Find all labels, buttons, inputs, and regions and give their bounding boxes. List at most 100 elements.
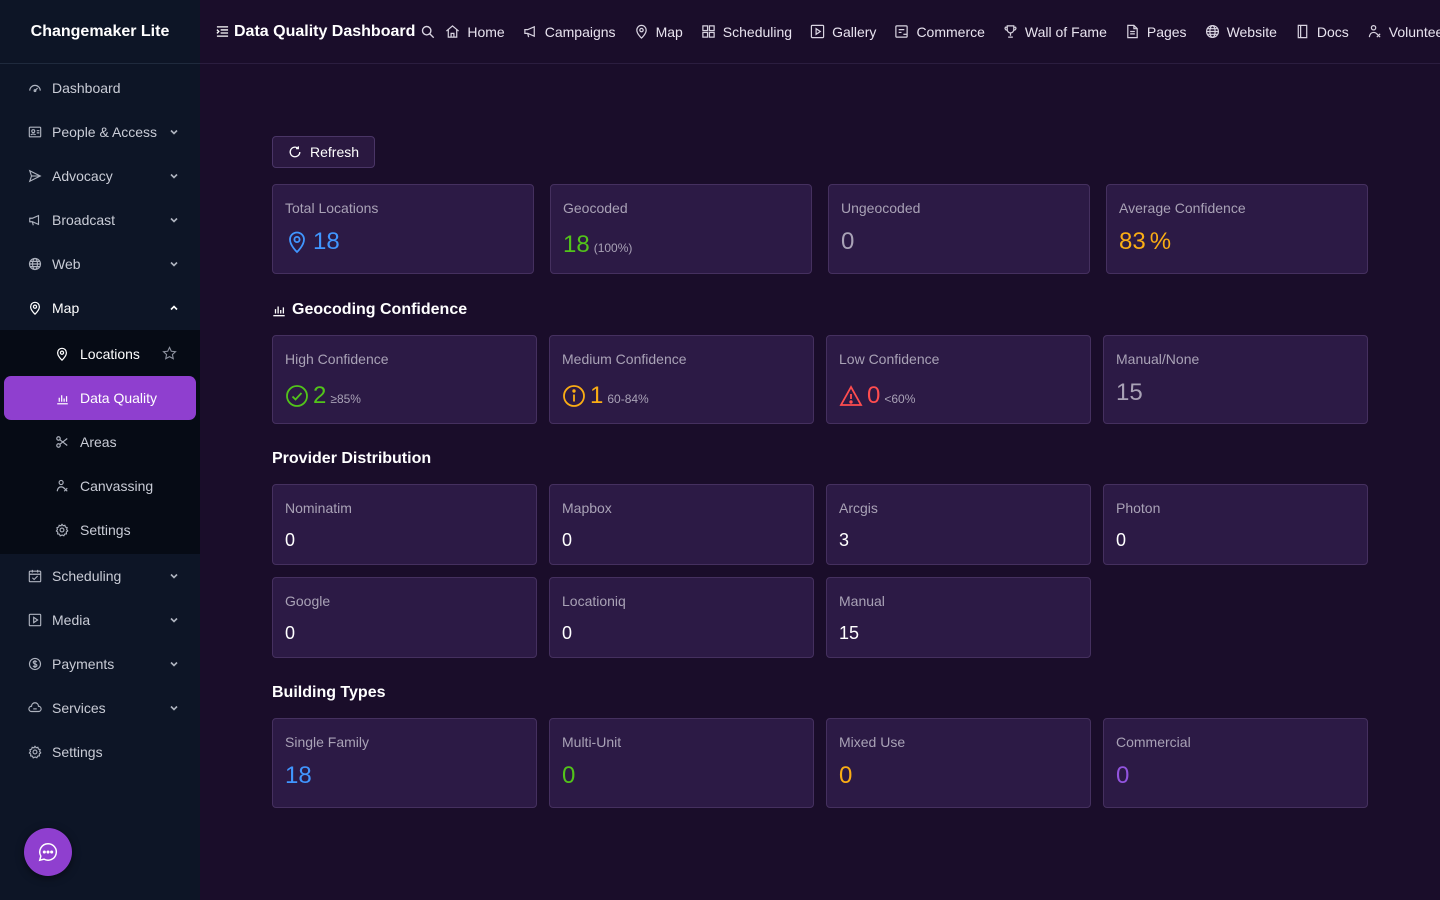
top-link-home[interactable]: Home [445, 24, 505, 40]
chat-icon [37, 841, 59, 863]
provider-card-arcgis: Arcgis 3 [826, 484, 1091, 565]
average-confidence-card: Average Confidence 83 % [1106, 184, 1368, 274]
chevron-down-icon [168, 614, 180, 626]
sidebar-item-scheduling[interactable]: Scheduling [0, 554, 200, 598]
mixed-use-value: 0 [839, 762, 853, 789]
top-link-pages[interactable]: Pages [1125, 24, 1187, 40]
megaphone-icon [26, 211, 44, 229]
chat-button[interactable] [24, 828, 72, 876]
sidebar-item-map-settings[interactable]: Settings [4, 508, 196, 552]
book-icon [1295, 24, 1310, 39]
confidence-row: High Confidence 2 ≥85% Medium Confidence… [272, 335, 1368, 424]
megaphone-icon [523, 24, 538, 39]
top-link-map[interactable]: Map [634, 24, 683, 40]
top-link-docs[interactable]: Docs [1295, 24, 1349, 40]
walker-icon [54, 478, 70, 494]
bar-chart-icon [54, 390, 70, 406]
top-nav: Home Campaigns Map Scheduling Gallery Co… [445, 24, 1440, 40]
sidebar-item-media[interactable]: Media [0, 598, 200, 642]
gear-icon [54, 522, 70, 538]
search-icon[interactable] [421, 25, 435, 39]
provider-grid: Nominatim 0 Mapbox 0 Arcgis 3 Photon 0 G… [272, 484, 1368, 658]
top-link-campaigns[interactable]: Campaigns [523, 24, 616, 40]
low-confidence-value: 0 [867, 382, 881, 409]
sidebar-item-services[interactable]: Services [0, 686, 200, 730]
geocoded-card: Geocoded 18 (100%) [550, 184, 812, 274]
home-icon [445, 24, 460, 39]
total-locations-value: 18 [313, 228, 340, 255]
people-icon [26, 123, 44, 141]
cloud-icon [26, 699, 44, 717]
info-circle-icon [562, 384, 586, 408]
sidebar-item-map[interactable]: Map [0, 286, 200, 330]
chevron-down-icon [168, 214, 180, 226]
grid-icon [701, 24, 716, 39]
section-building-types: Building Types [272, 684, 386, 701]
multi-unit-card: Multi-Unit 0 [549, 718, 814, 808]
section-provider-distribution: Provider Distribution [272, 450, 432, 467]
file-icon [1125, 24, 1140, 39]
refresh-button[interactable]: Refresh [272, 136, 376, 168]
geocoded-value: 18 [563, 231, 590, 258]
sidebar-item-data-quality[interactable]: Data Quality [4, 376, 196, 420]
low-confidence-card: Low Confidence 0 <60% [826, 335, 1091, 424]
calendar-icon [26, 567, 44, 585]
sidebar-item-locations[interactable]: Locations [4, 332, 196, 376]
manual-none-card: Manual/None 15 [1103, 335, 1368, 424]
top-bar: Data Quality Dashboard Home Campaigns Ma… [200, 0, 1440, 64]
top-link-wall-of-fame[interactable]: Wall of Fame [1003, 24, 1107, 40]
chevron-down-icon [168, 258, 180, 270]
dollar-circle-icon [26, 655, 44, 673]
top-link-gallery[interactable]: Gallery [810, 24, 876, 40]
sidebar-item-canvassing[interactable]: Canvassing [4, 464, 196, 508]
single-family-card: Single Family 18 [272, 718, 537, 808]
top-link-commerce[interactable]: Commerce [894, 24, 985, 40]
main-content: Refresh Total Locations 18 Geocoded 18 (… [272, 136, 1368, 808]
warning-icon [839, 384, 863, 408]
ungeocoded-card: Ungeocoded 0 [828, 184, 1090, 274]
check-circle-icon [285, 384, 309, 408]
medium-confidence-value: 1 [590, 382, 604, 409]
ungeocoded-value: 0 [841, 228, 855, 255]
chevron-down-icon [168, 570, 180, 582]
provider-card-locationiq: Locationiq 0 [549, 577, 814, 658]
chevron-down-icon [168, 170, 180, 182]
sidebar-item-people-access[interactable]: People & Access [0, 110, 200, 154]
single-family-value: 18 [285, 762, 312, 789]
map-pin-icon [285, 230, 309, 254]
top-link-volunteer[interactable]: Volunteer [1367, 24, 1440, 40]
scissors-icon [54, 434, 70, 450]
map-pin-icon [634, 24, 649, 39]
provider-card-nominatim: Nominatim 0 [272, 484, 537, 565]
send-icon [26, 167, 44, 185]
app-title: Changemaker Lite [0, 0, 200, 64]
sidebar-nav: Dashboard People & Access Advocacy Broad… [0, 64, 200, 774]
menu-fold-icon[interactable] [216, 25, 230, 39]
top-link-scheduling[interactable]: Scheduling [701, 24, 792, 40]
globe-icon [26, 255, 44, 273]
star-icon[interactable] [162, 346, 178, 362]
play-square-icon [810, 24, 825, 39]
provider-card-mapbox: Mapbox 0 [549, 484, 814, 565]
dashboard-icon [26, 79, 44, 97]
sidebar-item-broadcast[interactable]: Broadcast [0, 198, 200, 242]
average-confidence-unit: % [1149, 228, 1172, 255]
medium-confidence-card: Medium Confidence 1 60-84% [549, 335, 814, 424]
map-pin-icon [26, 299, 44, 317]
sidebar-item-areas[interactable]: Areas [4, 420, 196, 464]
walker-icon [1367, 24, 1382, 39]
play-square-icon [26, 611, 44, 629]
map-subnav: Locations Data Quality Areas Canvassing … [0, 330, 200, 554]
sidebar-item-advocacy[interactable]: Advocacy [0, 154, 200, 198]
sidebar: Changemaker Lite Dashboard People & Acce… [0, 0, 200, 900]
sidebar-item-dashboard[interactable]: Dashboard [0, 66, 200, 110]
provider-card-google: Google 0 [272, 577, 537, 658]
top-link-website[interactable]: Website [1205, 24, 1277, 40]
summary-row: Total Locations 18 Geocoded 18 (100%) Un… [272, 184, 1368, 274]
manual-none-value: 15 [1116, 379, 1143, 406]
sidebar-item-payments[interactable]: Payments [0, 642, 200, 686]
sidebar-item-web[interactable]: Web [0, 242, 200, 286]
shop-icon [894, 24, 909, 39]
sidebar-item-settings[interactable]: Settings [0, 730, 200, 774]
provider-card-manual: Manual 15 [826, 577, 1091, 658]
